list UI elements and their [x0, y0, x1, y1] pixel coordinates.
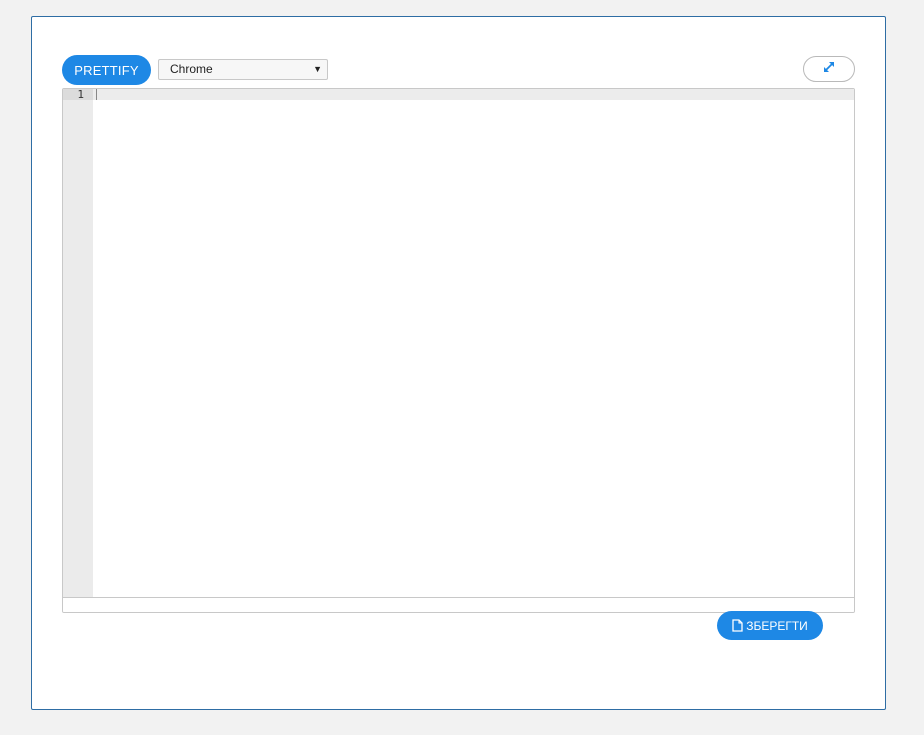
line-number: 1	[77, 88, 84, 101]
active-line-highlight	[93, 89, 854, 100]
caret-down-icon: ▼	[313, 64, 322, 74]
file-icon	[732, 619, 743, 632]
editor-status-bar	[63, 597, 854, 612]
editor-panel: PRETTIFY Chrome ▼ 1	[31, 16, 886, 710]
theme-select-value: Chrome	[170, 62, 213, 76]
save-button[interactable]: ЗБЕРЕГТИ	[717, 611, 823, 640]
prettify-button[interactable]: PRETTIFY	[62, 55, 151, 85]
expand-arrows-icon	[822, 60, 836, 79]
fullscreen-button[interactable]	[803, 56, 855, 82]
code-editor[interactable]: 1	[62, 88, 855, 613]
text-cursor	[96, 89, 97, 100]
editor-toolbar: PRETTIFY Chrome ▼	[62, 55, 855, 85]
save-button-label: ЗБЕРЕГТИ	[746, 618, 808, 633]
editor-gutter: 1	[63, 89, 93, 598]
theme-select[interactable]: Chrome ▼	[158, 59, 328, 80]
code-text-area[interactable]	[93, 89, 854, 598]
